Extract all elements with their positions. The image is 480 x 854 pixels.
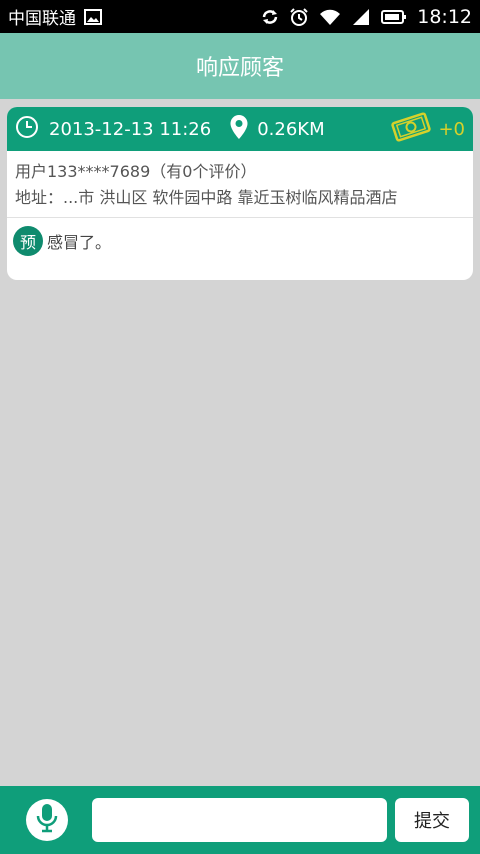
order-distance: 0.26KM <box>257 118 325 140</box>
order-card[interactable]: 2013-12-13 11:26 0.26KM +0 用户133****7689… <box>7 107 473 280</box>
clock-icon <box>15 115 39 144</box>
submit-button[interactable]: 提交 <box>395 798 469 842</box>
status-bar: 中国联通 18:12 <box>0 0 480 33</box>
battery-icon <box>381 9 407 25</box>
order-datetime: 2013-12-13 11:26 <box>49 118 212 140</box>
location-pin-icon <box>229 114 249 145</box>
clock-time: 18:12 <box>417 5 472 28</box>
order-message-row: 预 感冒了。 <box>7 218 473 264</box>
signal-icon <box>351 8 371 26</box>
reward-amount: +0 <box>438 118 465 140</box>
order-user: 用户133****7689（有0个评价） <box>15 162 257 181</box>
page-title: 响应顾客 <box>195 56 284 81</box>
reservation-badge: 预 <box>13 226 43 256</box>
reward-group: +0 <box>390 111 465 147</box>
microphone-icon <box>36 803 58 837</box>
money-icon <box>390 111 432 147</box>
carrier-group: 中国联通 <box>8 4 102 29</box>
carrier-name: 中国联通 <box>8 9 76 29</box>
order-address: 地址：...市 洪山区 软件园中路 靠近玉树临风精品酒店 <box>15 188 398 207</box>
title-bar: 响应顾客 <box>0 33 480 99</box>
image-icon <box>84 8 102 25</box>
microphone-button[interactable] <box>26 799 68 841</box>
sync-icon <box>261 8 279 26</box>
status-icons: 18:12 <box>261 6 472 28</box>
wifi-icon <box>319 8 341 26</box>
alarm-icon <box>289 7 309 27</box>
order-info: 用户133****7689（有0个评价） 地址：...市 洪山区 软件园中路 靠… <box>7 151 473 218</box>
order-card-header: 2013-12-13 11:26 0.26KM +0 <box>7 107 473 151</box>
reply-bar: 提交 <box>0 786 480 854</box>
order-message: 感冒了。 <box>47 233 112 252</box>
reply-input[interactable] <box>92 798 387 842</box>
